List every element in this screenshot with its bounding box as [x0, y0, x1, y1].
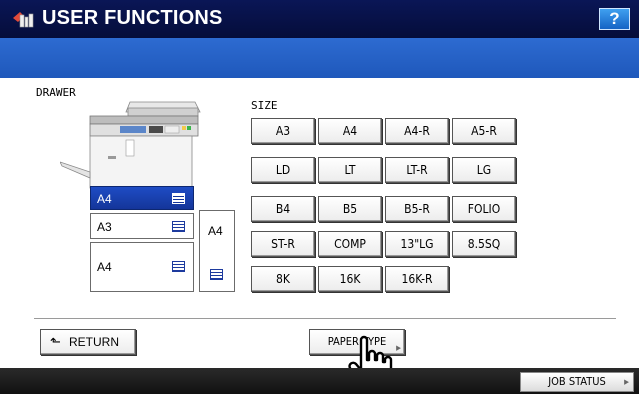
- size-button-8k[interactable]: 8K: [251, 266, 315, 292]
- size-button-13lg[interactable]: 13"LG: [385, 231, 449, 257]
- size-button-folio[interactable]: FOLIO: [452, 196, 516, 222]
- return-button[interactable]: ⬑ RETURN: [40, 329, 136, 355]
- drawer-2[interactable]: A3: [90, 213, 194, 239]
- paper-stack-icon: [172, 261, 185, 272]
- size-button-16k-r[interactable]: 16K-R: [385, 266, 449, 292]
- size-button-lg[interactable]: LG: [452, 157, 516, 183]
- size-button-a4[interactable]: A4: [318, 118, 382, 144]
- copier-machine-illustration: [60, 101, 201, 189]
- title-bar: USER FUNCTIONS ?: [0, 0, 639, 38]
- size-button-a4-r[interactable]: A4-R: [385, 118, 449, 144]
- size-section-label: SIZE: [251, 99, 278, 112]
- corner-triangle-icon: ▶: [624, 378, 629, 386]
- size-button-b5[interactable]: B5: [318, 196, 382, 222]
- drawer-1-paper-size: A4: [97, 192, 112, 206]
- size-button-16k[interactable]: 16K: [318, 266, 382, 292]
- size-button-st-r[interactable]: ST-R: [251, 231, 315, 257]
- drawer-3-paper-size: A4: [97, 260, 112, 274]
- drawer-1[interactable]: A4: [90, 186, 194, 210]
- paper-stack-icon: [172, 221, 185, 232]
- drawer-2-paper-size: A3: [97, 220, 112, 234]
- size-button-b4[interactable]: B4: [251, 196, 315, 222]
- paper-stack-icon: [210, 269, 223, 280]
- page-title: USER FUNCTIONS: [42, 7, 223, 29]
- user-functions-icon: [13, 12, 34, 28]
- drawer-3[interactable]: A4: [90, 242, 194, 292]
- size-button-b5-r[interactable]: B5-R: [385, 196, 449, 222]
- size-button-a5-r[interactable]: A5-R: [452, 118, 516, 144]
- help-button[interactable]: ?: [599, 8, 630, 30]
- size-button-lt[interactable]: LT: [318, 157, 382, 183]
- job-status-button-label: JOB STATUS: [548, 375, 606, 388]
- size-button-a3[interactable]: A3: [251, 118, 315, 144]
- size-button-8-5sq[interactable]: 8.5SQ: [452, 231, 516, 257]
- bypass-tray-paper-size: A4: [208, 224, 223, 238]
- divider: [34, 318, 616, 319]
- job-status-button[interactable]: JOB STATUS ▶: [520, 372, 634, 392]
- size-button-ld[interactable]: LD: [251, 157, 315, 183]
- size-button-comp[interactable]: COMP: [318, 231, 382, 257]
- size-button-lt-r[interactable]: LT-R: [385, 157, 449, 183]
- blue-header-band: [0, 38, 639, 78]
- bypass-tray[interactable]: A4: [199, 210, 235, 292]
- paper-stack-icon: [172, 193, 185, 204]
- up-left-arrow-icon: ⬑: [50, 334, 61, 349]
- return-button-label: RETURN: [69, 335, 119, 349]
